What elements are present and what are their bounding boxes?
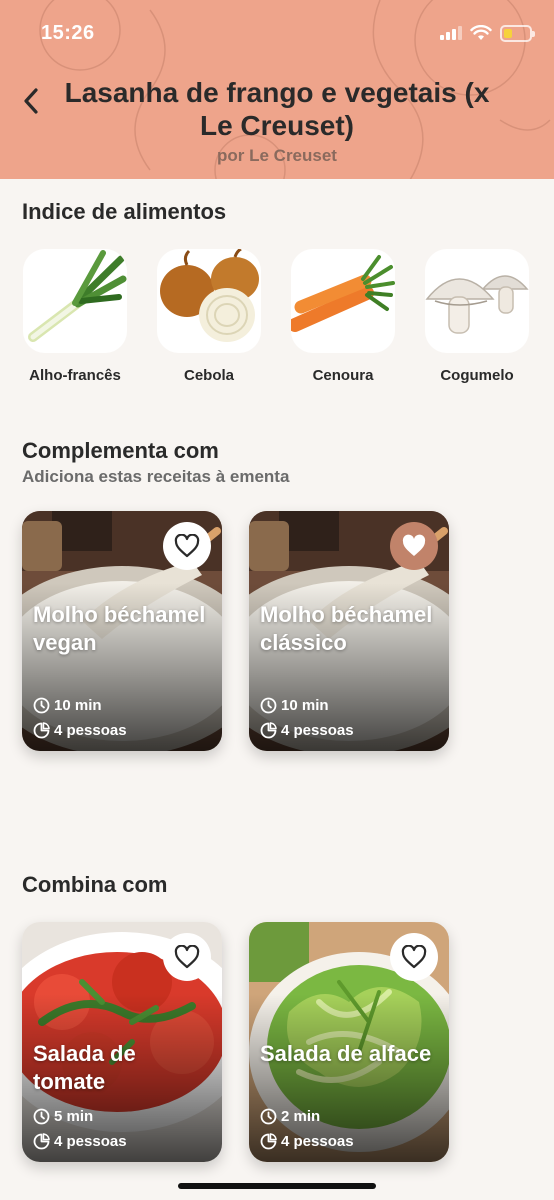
card-time-text: 5 min [54, 1108, 94, 1125]
food-item-carrot[interactable]: Cenoura [279, 249, 407, 384]
pie-portion-icon [260, 1133, 277, 1150]
card-servings-text: 4 pessoas [54, 722, 127, 739]
clock-icon [33, 697, 50, 714]
card-time: 5 min [33, 1108, 93, 1125]
card-time: 10 min [260, 697, 329, 714]
leek-image [23, 249, 127, 353]
complement-subtitle: Adiciona estas receitas à ementa [22, 467, 290, 486]
card-time: 2 min [260, 1108, 320, 1125]
pie-portion-icon [33, 1133, 50, 1150]
card-time: 10 min [33, 697, 102, 714]
chevron-left-icon [24, 88, 38, 114]
card-title: Molho béchamel clássico [260, 602, 433, 655]
carrot-image [291, 249, 395, 353]
back-button[interactable] [14, 82, 48, 120]
clock-icon [33, 1108, 50, 1125]
card-servings-text: 4 pessoas [281, 722, 354, 739]
food-item-onion[interactable]: Cebola [145, 249, 273, 384]
recipe-header: 15:26 Lasanha de frango e vegetais (x Le… [0, 0, 554, 179]
card-servings: 4 pessoas [33, 722, 127, 739]
heart-outline-icon [401, 945, 427, 969]
wifi-icon [470, 25, 492, 40]
food-item-leek[interactable]: Alho-francês [11, 249, 139, 384]
signal-icon [440, 26, 462, 40]
food-label: Alho-francês [29, 367, 121, 384]
status-bar: 15:26 [0, 0, 554, 64]
recipe-card-lettuce-salad[interactable]: Salada de alface 2 min 4 pessoas [249, 922, 449, 1162]
food-item-mushroom[interactable]: Cogumelo [413, 249, 541, 384]
home-indicator[interactable] [178, 1183, 376, 1189]
page-subtitle: por Le Creuset [217, 146, 337, 165]
favorite-button[interactable] [163, 933, 211, 981]
favorite-button[interactable] [390, 933, 438, 981]
page-title: Lasanha de frango e vegetais (x Le Creus… [64, 77, 490, 141]
pie-portion-icon [260, 722, 277, 739]
mushroom-image [425, 249, 529, 353]
recipe-card-tomato-salad[interactable]: Salada de tomate 5 min 4 pessoas [22, 922, 222, 1162]
status-time: 15:26 [41, 22, 95, 44]
battery-icon [500, 24, 535, 42]
complement-title: Complementa com [22, 438, 219, 463]
food-index-title: Indice de alimentos [22, 199, 227, 224]
recipe-card-bechamel-classic[interactable]: Molho béchamel clássico 10 min 4 pessoas [249, 511, 449, 751]
food-label: Cenoura [312, 367, 374, 384]
card-servings: 4 pessoas [260, 722, 354, 739]
card-title: Molho béchamel vegan [33, 602, 206, 655]
food-label: Cogumelo [440, 367, 514, 384]
card-servings: 4 pessoas [33, 1133, 127, 1150]
card-time-text: 10 min [281, 697, 329, 714]
heart-outline-icon [174, 945, 200, 969]
card-servings-text: 4 pessoas [54, 1133, 127, 1150]
combine-title: Combina com [22, 872, 168, 897]
card-time-text: 2 min [281, 1108, 321, 1125]
card-servings-text: 4 pessoas [281, 1133, 354, 1150]
clock-icon [260, 697, 277, 714]
card-title: Salada de alface [260, 1041, 432, 1066]
card-time-text: 10 min [54, 697, 102, 714]
food-label: Cebola [183, 367, 234, 384]
heart-filled-icon [402, 534, 426, 556]
card-servings: 4 pessoas [260, 1133, 354, 1150]
heart-outline-icon [174, 534, 200, 558]
clock-icon [260, 1108, 277, 1125]
card-title: Salada de tomate [33, 1041, 136, 1094]
favorite-button-active[interactable] [390, 522, 438, 570]
onion-image [157, 249, 261, 353]
favorite-button[interactable] [163, 522, 211, 570]
status-icons [440, 24, 535, 42]
pie-portion-icon [33, 722, 50, 739]
recipe-card-bechamel-vegan[interactable]: Molho béchamel vegan 10 min 4 pessoas [22, 511, 222, 751]
title-block: Lasanha de frango e vegetais (x Le Creus… [60, 76, 494, 166]
